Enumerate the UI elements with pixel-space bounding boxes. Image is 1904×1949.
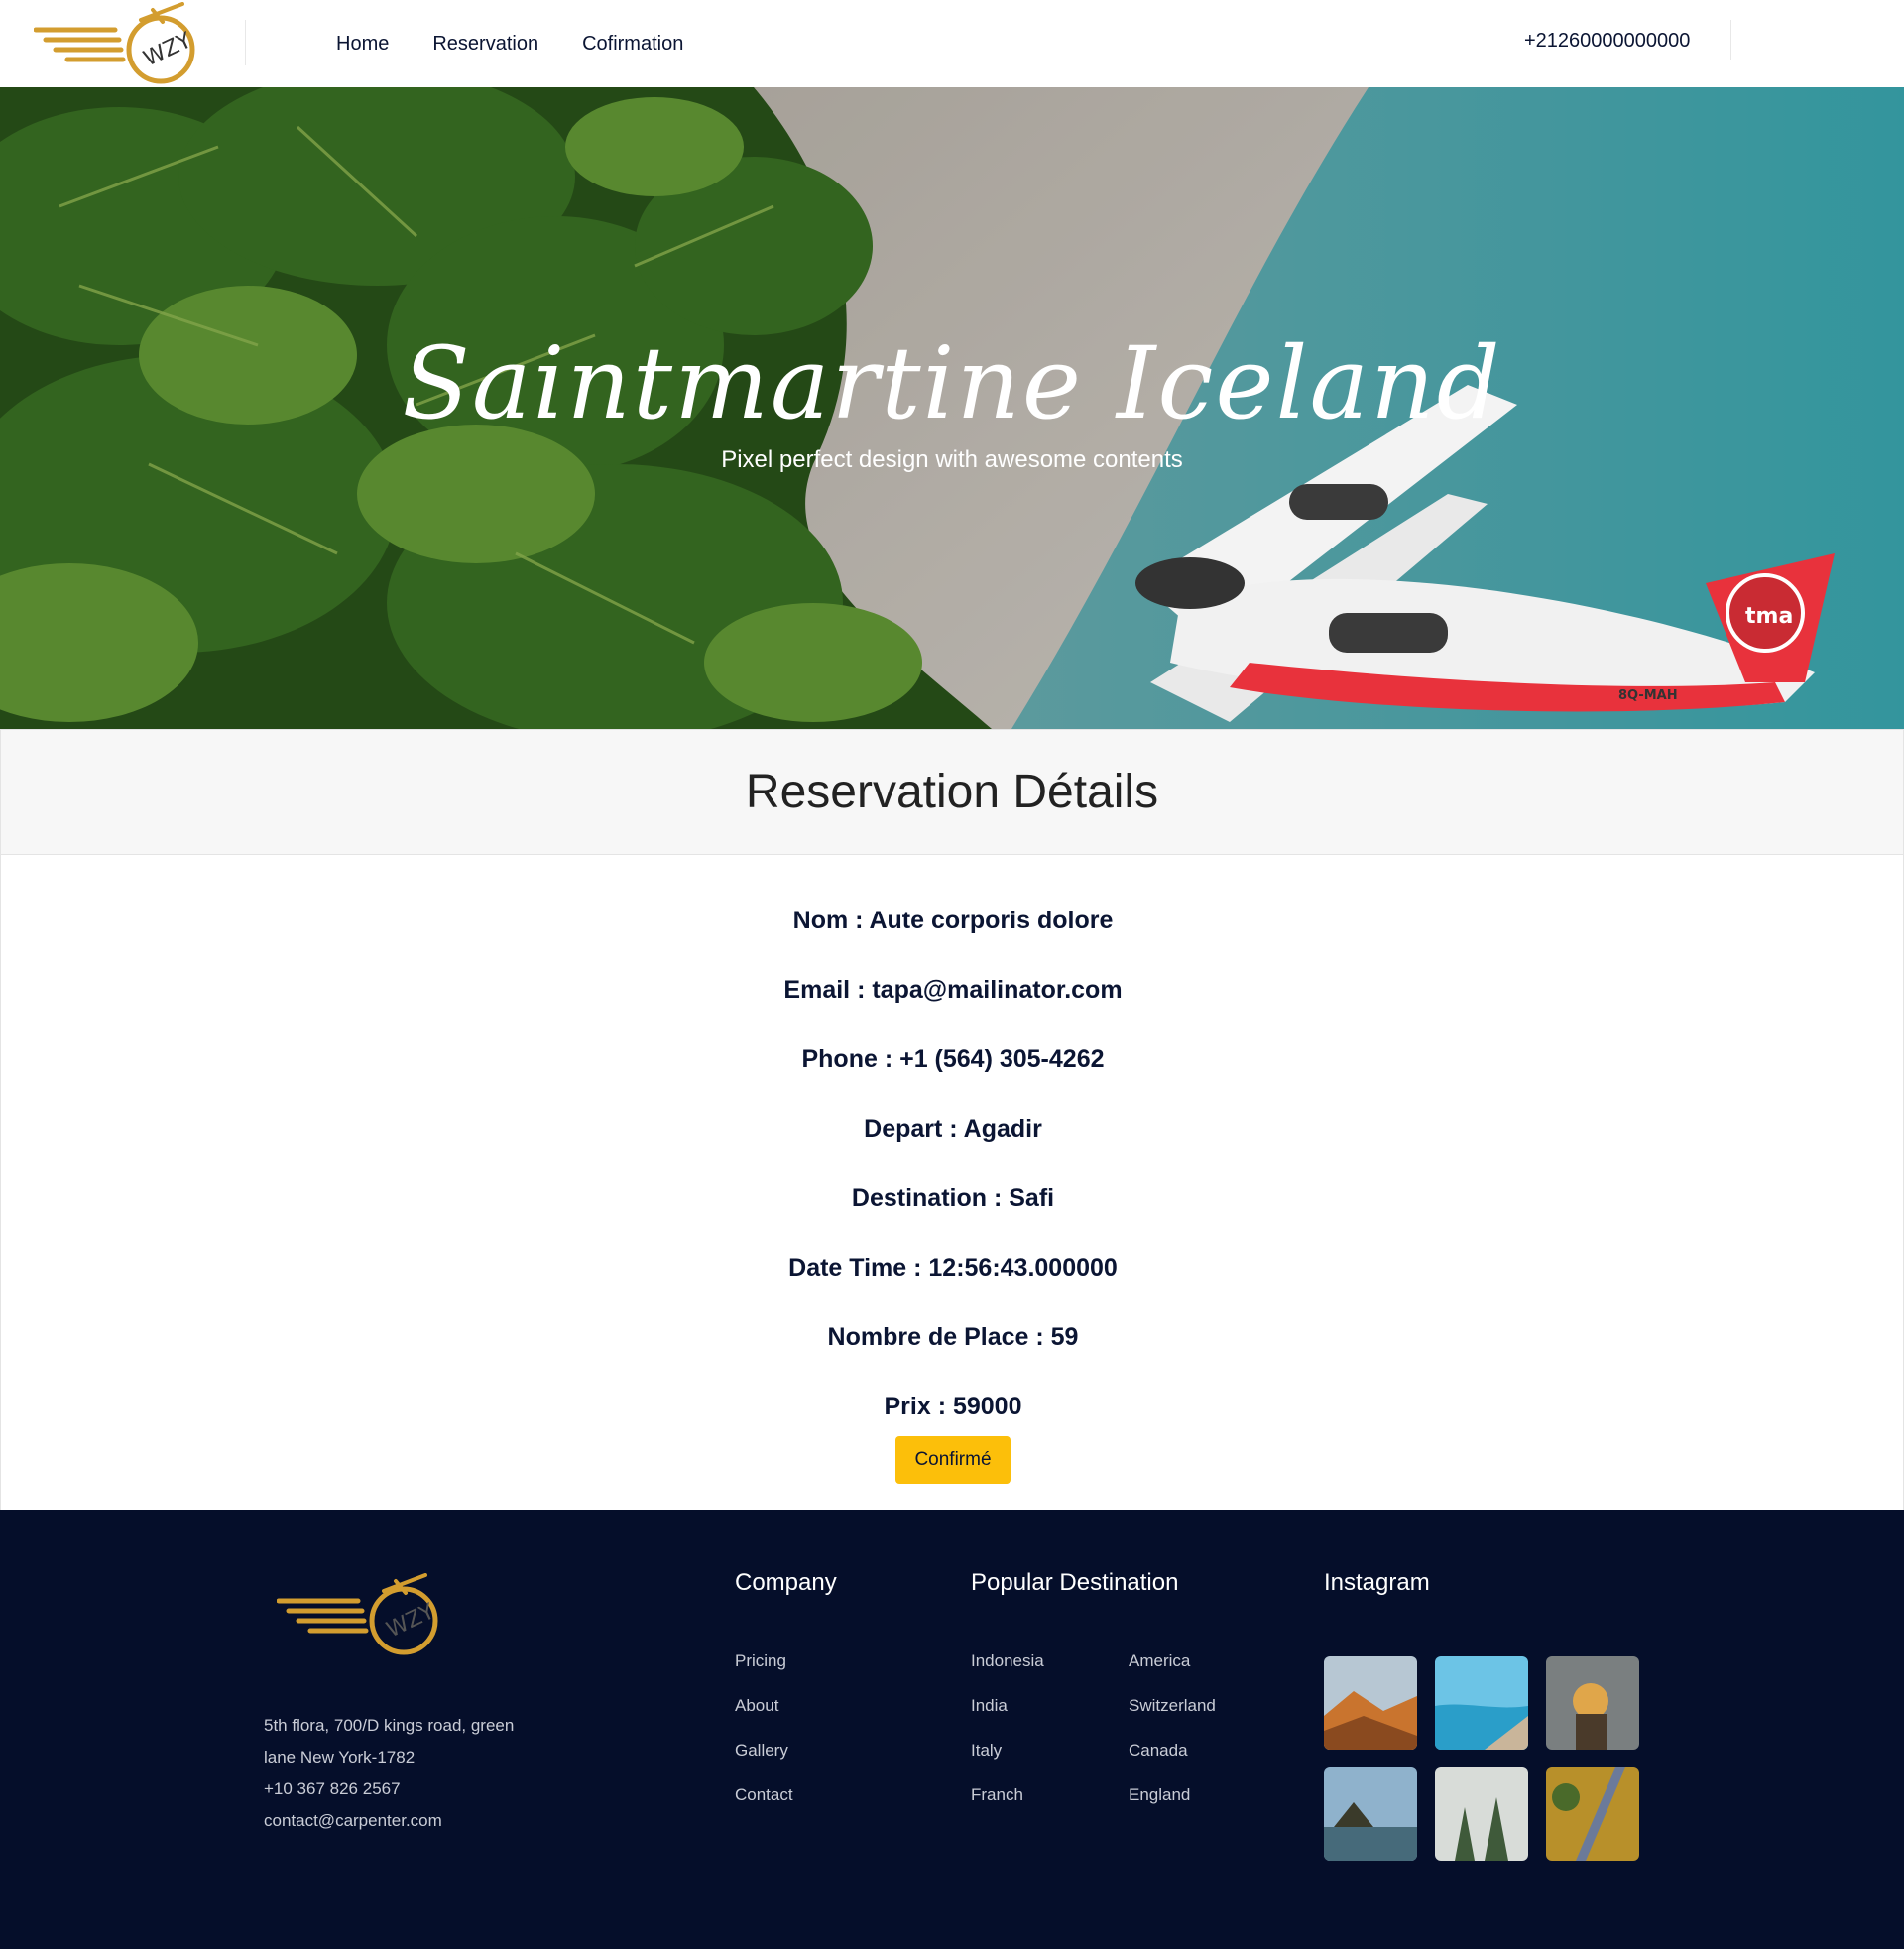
reservation-details: Nom : Aute corporis dolore Email : tapa@… (0, 855, 1904, 1510)
detail-name: Nom : Aute corporis dolore (792, 907, 1114, 934)
instagram-photo[interactable] (1324, 1767, 1417, 1861)
site-header: WZY Home Reservation Cofirmation +212600… (0, 0, 1904, 87)
address-line-2: lane New York-1782 (264, 1748, 416, 1766)
autumn-road-photo-icon (1546, 1767, 1639, 1861)
detail-depart: Depart : Agadir (864, 1115, 1042, 1143)
temple-photo-icon (1324, 1767, 1417, 1861)
destination-link[interactable]: India (971, 1696, 1008, 1716)
instagram-photo[interactable] (1324, 1656, 1417, 1750)
instagram-photo[interactable] (1546, 1656, 1639, 1750)
destination-link[interactable]: Indonesia (971, 1651, 1044, 1671)
footer-link-gallery[interactable]: Gallery (735, 1741, 788, 1761)
hero-subtitle: Pixel perfect design with awesome conten… (721, 446, 1183, 473)
footer-email[interactable]: contact@carpenter.com (264, 1805, 561, 1837)
footer-link-contact[interactable]: Contact (735, 1785, 793, 1805)
footer-logo-icon[interactable]: WZY (277, 1573, 441, 1656)
foggy-forest-photo-icon (1435, 1767, 1528, 1861)
mountain-lake-photo-icon (1324, 1656, 1417, 1750)
destination-link[interactable]: Canada (1129, 1741, 1188, 1761)
footer-address: 5th flora, 700/D kings road, green lane … (264, 1710, 561, 1837)
detail-destination: Destination : Safi (851, 1184, 1055, 1212)
destination-link[interactable]: Franch (971, 1785, 1023, 1805)
instagram-photo[interactable] (1435, 1656, 1528, 1750)
svg-text:8Q-MAH: 8Q-MAH (1618, 688, 1678, 703)
site-footer: WZY 5th flora, 700/D kings road, green l… (0, 1510, 1904, 1949)
main-nav: Home Reservation Cofirmation (336, 0, 727, 87)
destination-link[interactable]: England (1129, 1785, 1190, 1805)
svg-text:tma: tma (1745, 604, 1793, 629)
nav-confirmation-link[interactable]: Cofirmation (582, 33, 683, 56)
instagram-title: Instagram (1324, 1569, 1430, 1596)
confirm-button[interactable]: Confirmé (895, 1436, 1011, 1484)
detail-email: Email : tapa@mailinator.com (783, 976, 1123, 1004)
instagram-photo[interactable] (1546, 1767, 1639, 1861)
detail-places: Nombre de Place : 59 (827, 1323, 1079, 1351)
brand-logo-icon[interactable]: WZY (34, 2, 198, 85)
details-header: Reservation Détails (0, 729, 1904, 855)
hero-banner: tma 8Q-MAH Saintmartine Iceland Pixel pe… (0, 87, 1904, 729)
logo-divider (245, 20, 246, 65)
destination-link[interactable]: Italy (971, 1741, 1002, 1761)
detail-phone: Phone : +1 (564) 305-4262 (801, 1045, 1105, 1073)
phone-divider (1730, 20, 1731, 60)
destination-title: Popular Destination (971, 1569, 1179, 1596)
footer-link-about[interactable]: About (735, 1696, 778, 1716)
detail-datetime: Date Time : 12:56:43.000000 (788, 1254, 1118, 1281)
detail-price: Prix : 59000 (884, 1393, 1022, 1420)
company-title: Company (735, 1569, 837, 1596)
hiker-photo-icon (1546, 1656, 1639, 1750)
instagram-photo[interactable] (1435, 1767, 1528, 1861)
destination-link[interactable]: America (1129, 1651, 1190, 1671)
nav-home-link[interactable]: Home (336, 33, 389, 56)
details-title: Reservation Détails (745, 766, 1159, 818)
footer-link-pricing[interactable]: Pricing (735, 1651, 786, 1671)
nav-reservation-link[interactable]: Reservation (432, 33, 538, 56)
footer-phone[interactable]: +10 367 826 2567 (264, 1773, 561, 1805)
address-line-1: 5th flora, 700/D kings road, green (264, 1716, 515, 1735)
header-phone[interactable]: +21260000000000 (1524, 30, 1690, 53)
coast-photo-icon (1435, 1656, 1528, 1750)
destination-link[interactable]: Switzerland (1129, 1696, 1216, 1716)
hero-title: Saintmartine Iceland (402, 325, 1502, 441)
